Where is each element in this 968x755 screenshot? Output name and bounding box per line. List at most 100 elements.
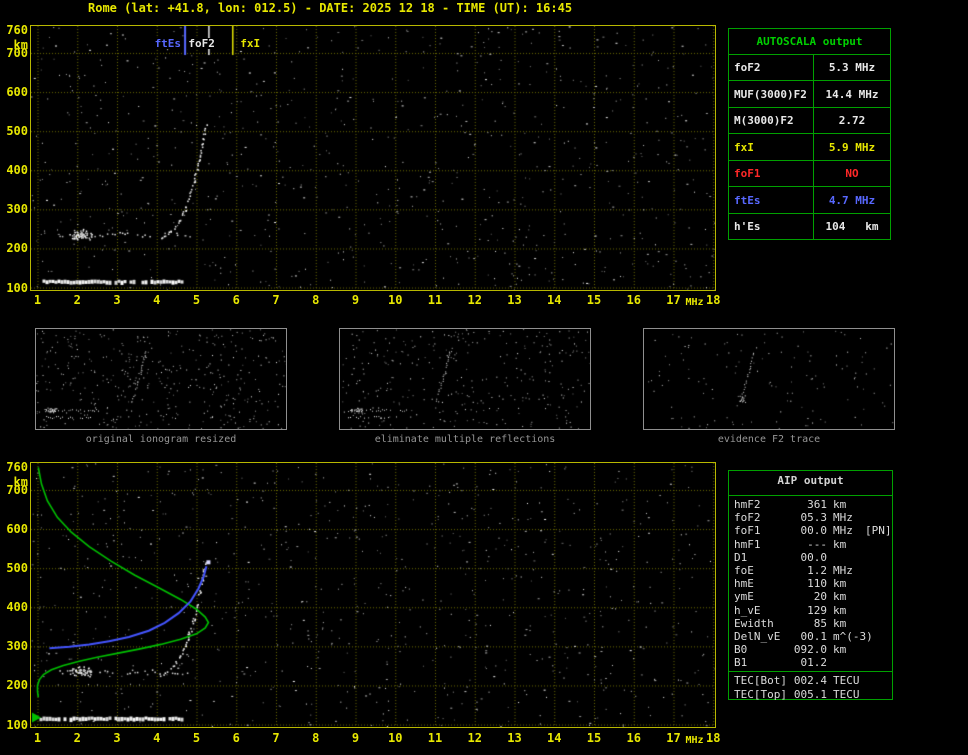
aip-row-unit: TECU [833, 688, 860, 701]
aip-row-label: B0 [734, 643, 748, 656]
aip-row-label: foE [734, 564, 754, 577]
x-tick-label: 17 [666, 731, 681, 745]
x-tick-label: 16 [626, 731, 641, 745]
x-tick-label: 1 [33, 293, 42, 307]
autoscala-row-value: 4.7 MHz [828, 193, 876, 207]
aip-row-value: 20 [813, 590, 827, 603]
x-axis-unit-label: MHz [685, 735, 704, 746]
y-tick-label: 500 [6, 561, 28, 576]
aip-row-label: ymE [734, 590, 754, 603]
thumbnail-caption-evidence: evidence F2 trace [717, 434, 821, 445]
autoscala-row: ftEs 4.7 MHz [729, 186, 890, 213]
x-tick-label: 7 [272, 731, 280, 745]
autoscala-table-title: AUTOSCALA output [729, 29, 890, 55]
thumbnail-eliminate-canvas [340, 329, 590, 429]
x-tick-label: 7 [272, 293, 280, 307]
aip-row-unit: MHz [833, 564, 853, 577]
y-tick-label: 100 [6, 717, 28, 732]
x-tick-label: 9 [351, 293, 360, 307]
x-tick-label: 3 [113, 293, 121, 307]
aip-row-unit: MHz [833, 524, 853, 537]
x-tick-label: 18 [706, 293, 721, 307]
thumbnail-original-ionogram [35, 328, 287, 430]
y-tick-label: 760 [6, 459, 28, 474]
aip-row: foE 1.2 MHz [729, 564, 892, 577]
aip-row-value: 005.1 [793, 688, 827, 701]
x-tick-label: 8 [312, 731, 320, 745]
aip-row-value: 05.3 [800, 511, 828, 524]
x-tick-label: 8 [312, 293, 320, 307]
autoscala-row-value: 5.9 MHz [828, 140, 876, 154]
autoscala-row-value: 2.72 [838, 114, 866, 127]
autoscala-row-value: NO [845, 167, 859, 180]
aip-row-value: --- [807, 538, 827, 551]
aip-row-label: B1 [734, 656, 748, 669]
aip-row: ymE 20 km [729, 590, 892, 603]
y-axis-unit-label: km [13, 37, 28, 52]
y-tick-label: 300 [6, 202, 28, 217]
x-tick-label: 5 [192, 731, 201, 745]
autoscala-row-label: MUF(3000)F2 [729, 81, 814, 107]
y-tick-label: 200 [6, 241, 28, 256]
x-tick-label: 12 [467, 731, 482, 745]
aip-row-label: foF2 [734, 511, 761, 524]
autoscala-row: M(3000)F2 2.72 [729, 107, 890, 133]
aip-row: DelN_vE 00.1 m^(-3) [729, 630, 892, 643]
thumbnail-eliminate-reflections [339, 328, 591, 430]
aip-row-unit: km [833, 577, 847, 590]
x-tick-label: 16 [626, 293, 641, 307]
x-tick-label: 2 [73, 731, 81, 745]
autoscala-screen: Rome (lat: +41.8, lon: 012.5) - DATE: 20… [0, 0, 968, 755]
aip-row-value: 00.1 [800, 630, 828, 643]
aip-row-value: 092.0 [793, 643, 827, 656]
thumbnail-original-canvas [36, 329, 286, 429]
x-tick-label: 10 [388, 293, 403, 307]
aip-row-unit: TECU [833, 674, 860, 687]
aip-box-title: AIP output [777, 474, 844, 487]
y-tick-label: 400 [6, 600, 28, 615]
aip-row-note: [PN] [865, 524, 892, 537]
autoscala-row: fxI 5.9 MHz [729, 133, 890, 160]
autoscala-row-label: fxI [729, 134, 814, 160]
aip-row-value: 002.4 [793, 674, 827, 687]
y-tick-label: 200 [6, 678, 28, 693]
aip-row-label: TEC[Top] [734, 688, 787, 701]
y-tick-label: 600 [6, 85, 28, 100]
aip-row-unit: m^(-3) [833, 630, 873, 643]
x-tick-label: 13 [507, 293, 522, 307]
x-tick-label: 15 [586, 731, 602, 745]
marker-label-fof2: foF2 [187, 37, 216, 50]
aip-row-unit: km [833, 590, 847, 603]
autoscala-row: foF1 NO [729, 160, 890, 186]
aip-row: hmF2 361 km [729, 498, 892, 511]
x-tick-label: 5 [192, 293, 201, 307]
aip-row: hmF1 --- km [729, 538, 892, 551]
aip-row-label: hmF1 [734, 538, 761, 551]
aip-row-label: hmE [734, 577, 754, 590]
aip-row: D1 00.0 [729, 551, 892, 564]
x-tick-label: 14 [547, 731, 562, 745]
aip-row-label: DelN_vE [734, 630, 781, 643]
top-ionogram-plot: ftEs foF2 fxI [30, 25, 716, 291]
x-axis-unit-label: MHz [685, 297, 704, 308]
marker-label-fxi: fxI [239, 37, 262, 50]
aip-row-unit: km [833, 604, 847, 617]
thumbnail-caption-eliminate: eliminate multiple reflections [374, 434, 556, 445]
aip-row-label: foF1 [734, 524, 761, 537]
aip-row-unit: km [833, 643, 847, 656]
x-tick-label: 13 [507, 731, 522, 745]
x-tick-label: 18 [706, 731, 721, 745]
aip-row-value: 110 [807, 577, 827, 590]
aip-row-label: Ewidth [734, 617, 774, 630]
x-tick-label: 11 [427, 731, 443, 745]
aip-row-value: 00.0 [800, 551, 828, 564]
aip-row-unit: km [833, 538, 847, 551]
page-title: Rome (lat: +41.8, lon: 012.5) - DATE: 20… [88, 1, 573, 15]
aip-header-separator [729, 495, 892, 496]
x-tick-label: 9 [351, 731, 360, 745]
autoscala-row-label: foF1 [729, 161, 814, 186]
autoscala-row-value: 14.4 MHz [825, 87, 879, 101]
aip-row-unit: MHz [833, 511, 853, 524]
aip-row-label: D1 [734, 551, 748, 564]
aip-row-value: 01.2 [800, 656, 828, 669]
